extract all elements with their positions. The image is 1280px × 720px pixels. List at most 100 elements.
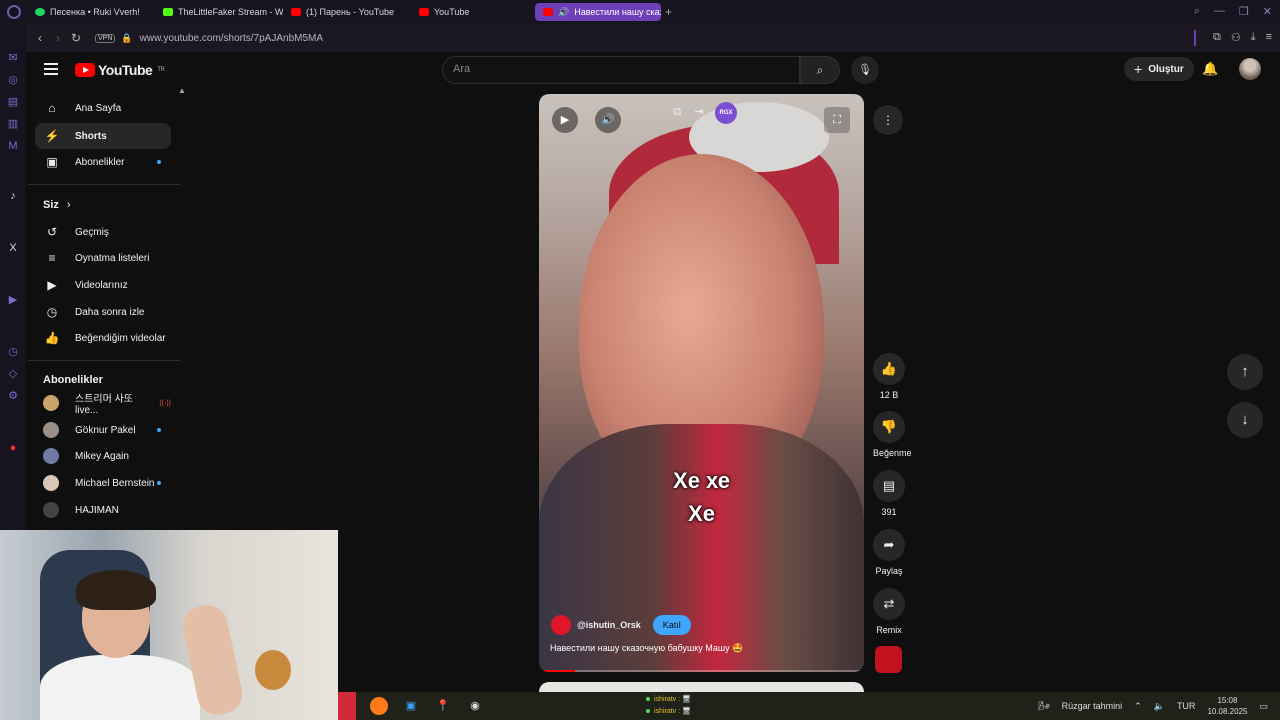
remix-button[interactable]: ⇄ Remix xyxy=(873,588,905,635)
channel-handle[interactable]: @ishutin_Orsk xyxy=(577,620,641,630)
subtitle-line: Хе xyxy=(688,501,715,526)
pin-app-icon[interactable]: 📍 xyxy=(434,697,452,715)
rgx-extension-icon[interactable]: RGX xyxy=(715,102,737,124)
url-field[interactable]: www.youtube.com/shorts/7pAJAnbM5MA xyxy=(140,33,323,44)
channel-avatar xyxy=(43,422,59,438)
guide-item-playlists[interactable]: ≡ Oynatma listeleri xyxy=(35,245,171,271)
window-app-icon[interactable]: ▣ xyxy=(402,697,420,715)
tab-youtube[interactable]: YouTube xyxy=(411,3,535,21)
extensions-icon[interactable]: ⧉ xyxy=(1213,31,1221,44)
record-icon[interactable]: ● xyxy=(7,442,19,454)
divider xyxy=(28,360,180,361)
aria-icon[interactable]: ◎ xyxy=(7,74,19,86)
language-indicator[interactable]: TUR xyxy=(1177,701,1196,711)
weather-label[interactable]: Rüzgar tahmini xyxy=(1062,701,1123,711)
notifications-icon[interactable]: ▭ xyxy=(1259,701,1268,712)
reload-button[interactable]: ↻ xyxy=(67,31,85,45)
search-input[interactable]: Ara xyxy=(442,56,800,84)
guide-item-your-videos[interactable]: ▶ Videolarınız xyxy=(35,272,171,298)
subscription-item[interactable]: Göknur Pakel xyxy=(35,417,171,443)
more-options-icon[interactable]: ⋮ xyxy=(873,105,903,135)
lock-icon[interactable]: 🔒 xyxy=(121,33,132,44)
dislike-button[interactable]: 👎 Beğenme xyxy=(873,411,912,458)
channel-avatar[interactable] xyxy=(551,615,571,635)
chat-message: ishiratv : 🖥 xyxy=(646,694,691,706)
guide-item-watch-later[interactable]: ◷ Daha sonra izle xyxy=(35,299,171,325)
youtube-logo[interactable]: YouTube TR xyxy=(75,62,165,78)
close-button[interactable]: ✕ xyxy=(1263,5,1272,18)
profile-icon[interactable]: ⚇ xyxy=(1231,31,1241,44)
guide-item-history[interactable]: ↺ Geçmiş xyxy=(35,219,171,245)
player-icon[interactable]: ▶ xyxy=(7,294,19,306)
short-description[interactable]: Навестили нашу сказочную бабушку Машу 🤩 xyxy=(550,643,743,654)
download-icon[interactable]: ⤓ xyxy=(1251,31,1256,44)
channel-avatar xyxy=(43,502,59,518)
pinboard-icon[interactable]: ◇ xyxy=(7,368,19,380)
menu-icon[interactable]: ≡ xyxy=(1266,31,1272,44)
volume-icon[interactable]: 🔊 xyxy=(595,107,621,133)
scroll-up-icon[interactable]: ▲ xyxy=(178,86,186,95)
firefox-icon[interactable] xyxy=(370,697,388,715)
guide-item-shorts[interactable]: ⚡ Shorts xyxy=(35,123,171,149)
x-icon[interactable]: X xyxy=(7,242,19,254)
tab-active-short[interactable]: 🔊 Навестили нашу сказ xyxy=(535,3,661,21)
next-short-button[interactable]: ↓ xyxy=(1227,402,1263,438)
mic-icon[interactable]: 🎙 xyxy=(851,56,879,84)
tab-ruki-vverh[interactable]: Песенка • Ruki Vverh! xyxy=(27,3,155,21)
opera-logo-icon[interactable] xyxy=(7,5,21,19)
settings-icon[interactable]: ⚙ xyxy=(7,390,19,402)
subscription-item[interactable]: Michael Bernstein xyxy=(35,470,171,496)
popout-icon[interactable]: ⇥ xyxy=(691,104,707,120)
tab-paren-youtube[interactable]: (1) Парень - YouTube xyxy=(283,3,411,21)
new-tab-button[interactable]: + xyxy=(665,5,672,19)
like-button[interactable]: 👍 12 B xyxy=(873,353,905,400)
tab-bar: Песенка • Ruki Vverh! TheLittleFaker Str… xyxy=(0,0,1280,24)
join-button[interactable]: Katıl xyxy=(652,615,691,635)
weather-icon[interactable]: 🌬 xyxy=(1038,701,1049,712)
guide-menu-icon[interactable] xyxy=(44,63,58,75)
minimize-button[interactable]: — xyxy=(1214,5,1225,18)
window-controls: ⌕ — ❐ ✕ xyxy=(1194,5,1272,18)
tab-kick-stream[interactable]: TheLittleFaker Stream - W xyxy=(155,3,283,21)
subscriptions-icon: ▣ xyxy=(46,155,58,169)
share-button[interactable]: ➦ Paylaş xyxy=(873,529,905,576)
restore-button[interactable]: ❐ xyxy=(1239,5,1249,18)
notifications-bell-icon[interactable]: 🔔 xyxy=(1202,61,1218,77)
account-avatar[interactable] xyxy=(1239,58,1261,80)
history-sidebar-icon[interactable]: ◷ xyxy=(7,346,19,358)
vpn-badge[interactable]: VPN xyxy=(95,33,116,43)
progress-bar[interactable] xyxy=(539,670,864,672)
tab-search-icon[interactable]: ⌕ xyxy=(1194,5,1200,18)
mail-icon[interactable]: M xyxy=(7,140,19,152)
speaker-tray-icon[interactable]: 🔈 xyxy=(1154,701,1165,712)
wallet-icon[interactable]: ▥ xyxy=(7,118,19,130)
tiktok-icon[interactable]: ♪ xyxy=(7,190,19,202)
create-button[interactable]: + Oluştur xyxy=(1124,57,1194,81)
comments-button[interactable]: ▤ 391 xyxy=(873,470,905,517)
fullscreen-icon[interactable]: ⛶ xyxy=(824,107,850,133)
subscription-item[interactable]: Mikey Again xyxy=(35,443,171,469)
subscription-item[interactable]: HAJIMAN xyxy=(35,497,171,523)
messenger-icon[interactable]: ✉ xyxy=(7,52,19,64)
previous-short-button[interactable]: ↑ xyxy=(1227,354,1263,390)
guide-item-subscriptions[interactable]: ▣ Abonelikler xyxy=(35,149,171,175)
you-section-header[interactable]: Siz › xyxy=(43,199,71,211)
webcam-frame xyxy=(255,650,291,690)
play-icon[interactable]: ▶ xyxy=(552,107,578,133)
clock[interactable]: 15:08 10.08.2025 xyxy=(1207,695,1247,717)
webcam-frame xyxy=(76,570,156,610)
bag-icon[interactable]: ▤ xyxy=(7,96,19,108)
sound-thumbnail[interactable] xyxy=(875,646,902,673)
chevron-up-icon[interactable]: ⌃ xyxy=(1134,701,1142,712)
obs-icon[interactable]: ◉ xyxy=(466,697,484,715)
forward-button[interactable]: › xyxy=(49,31,67,45)
subscription-item[interactable]: 스트리머 사또 live... ((·)) xyxy=(35,390,171,416)
back-button[interactable]: ‹ xyxy=(31,31,49,45)
picture-in-picture-icon[interactable]: ⧉ xyxy=(669,104,685,120)
shorts-player[interactable]: ▶ 🔊 ⧉ ⇥ RGX ⛶ Хе хе Хе @ishutin_Orsk Kat… xyxy=(539,94,864,672)
plus-icon: + xyxy=(1134,61,1143,77)
guide-item-liked-videos[interactable]: 👍 Beğendiğim videolar xyxy=(35,325,171,351)
guide-item-home[interactable]: ⌂ Ana Sayfa xyxy=(35,95,171,121)
speaker-icon[interactable]: 🔊 xyxy=(558,7,569,18)
search-icon[interactable]: ⌕ xyxy=(800,56,840,84)
